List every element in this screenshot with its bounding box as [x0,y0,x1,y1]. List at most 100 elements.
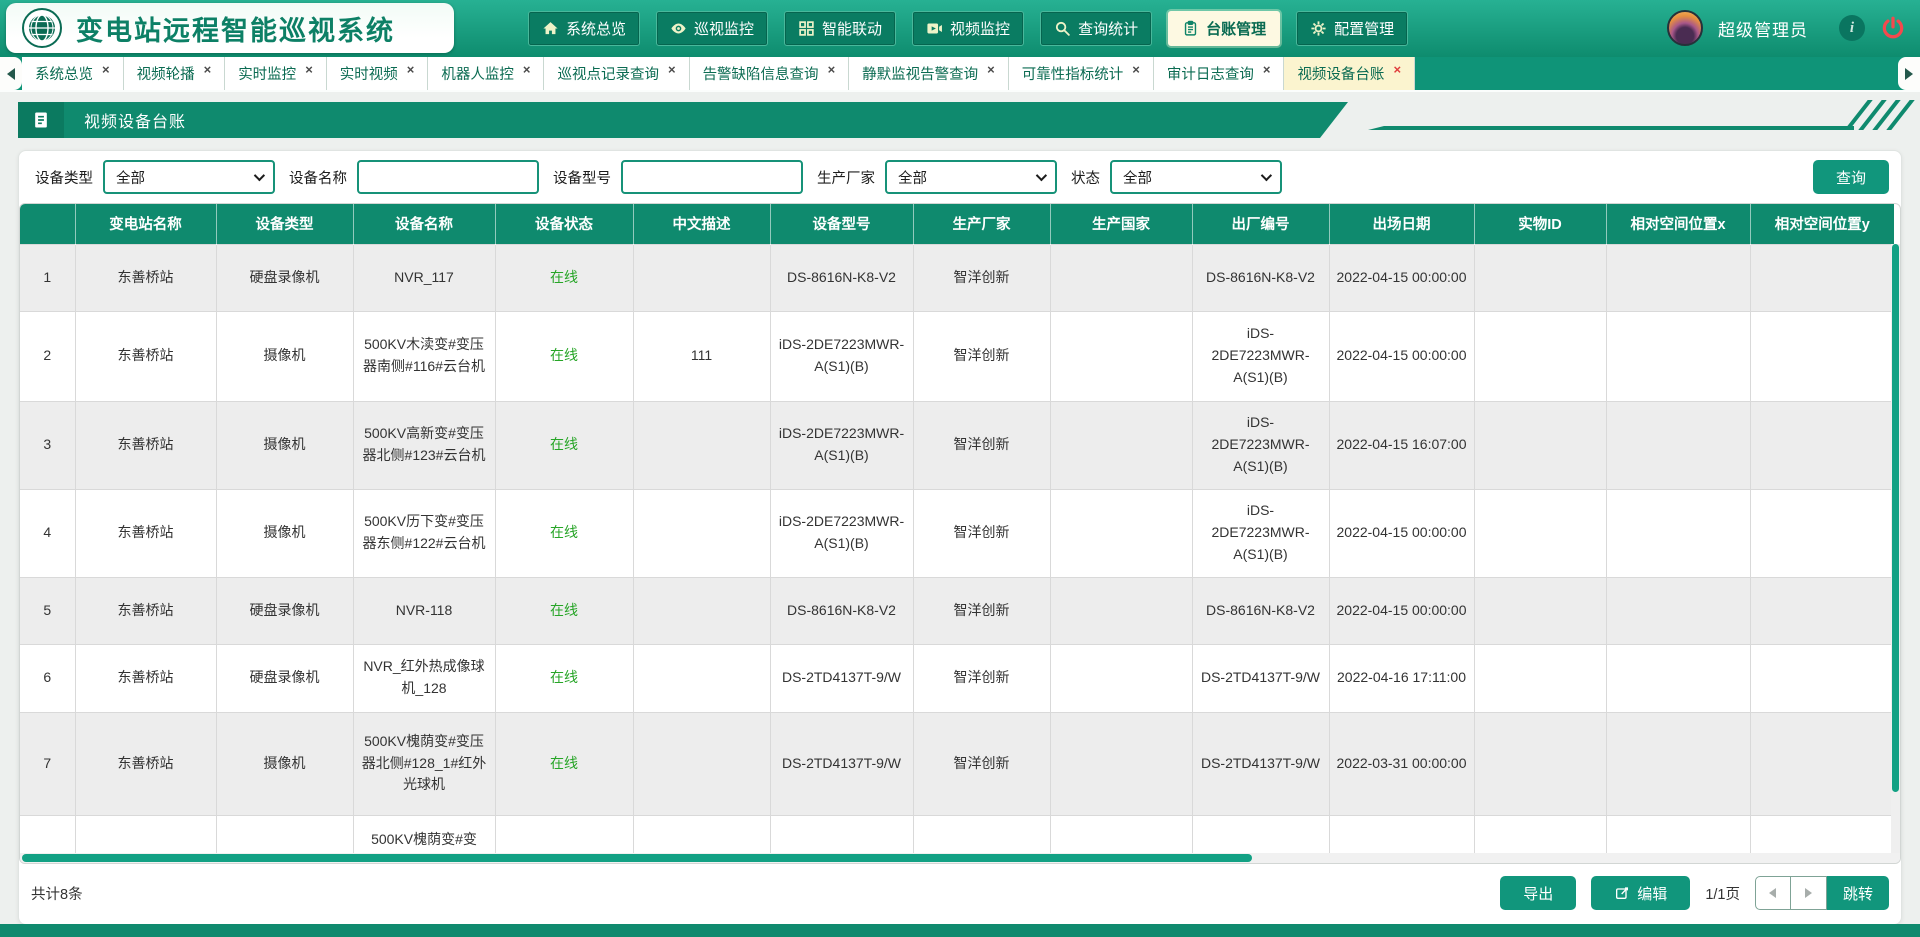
cell-posx [1606,644,1750,712]
table-row[interactable]: 3东善桥站摄像机500KV高新变#变压器北侧#123#云台机在线iDS-2DE7… [20,401,1894,489]
col-maker: 生产厂家 [913,204,1050,244]
close-icon[interactable]: × [828,62,836,77]
cell-posy [1750,577,1894,644]
cell-serial: DS-8616N-K8-V2 [1192,244,1329,311]
horizontal-scrollbar-thumb[interactable] [22,854,1252,862]
export-button[interactable]: 导出 [1500,876,1576,910]
gear-icon [1310,20,1327,37]
query-button[interactable]: 查询 [1813,160,1889,194]
tab-video-carousel[interactable]: 视频轮播× [124,57,226,90]
table-row[interactable]: 5东善桥站硬盘录像机NVR-118在线DS-8616N-K8-V2智洋创新DS-… [20,577,1894,644]
table-row[interactable]: 6东善桥站硬盘录像机NVR_红外热成像球机_128在线DS-2TD4137T-9… [20,644,1894,712]
close-icon[interactable]: × [1263,62,1271,77]
close-icon[interactable]: × [1132,62,1140,77]
cell-desc [633,644,770,712]
nav-video-monitor[interactable]: 视频监控 [912,11,1024,46]
tab-silent-monitor-alarm-query[interactable]: 静默监视告警查询× [849,57,1009,90]
table-header: 变电站名称 设备类型 设备名称 设备状态 中文描述 设备型号 生产厂家 生产国家… [20,204,1894,244]
cell-status: 在线 [495,401,633,489]
cell-model: iDS-2DE7223MWR-A(S1)(B) [770,489,913,577]
page-title: 视频设备台账 [84,108,186,132]
nav-inspection-monitor[interactable]: 巡视监控 [656,11,768,46]
nav-query-stats[interactable]: 查询统计 [1040,11,1152,46]
table-row[interactable]: 7东善桥站摄像机500KV槐荫变#变压器北侧#128_1#红外光球机在线DS-2… [20,712,1894,815]
tab-reliability-stats[interactable]: 可靠性指标统计× [1009,57,1154,90]
close-icon[interactable]: × [523,62,531,77]
cell-country [1050,244,1192,311]
cell-status: 在线 [495,644,633,712]
jump-button[interactable]: 跳转 [1827,876,1889,910]
tab-inspection-point-query[interactable]: 巡视点记录查询× [544,57,689,90]
tab-realtime-video[interactable]: 实时视频× [327,57,429,90]
vertical-scrollbar-thumb[interactable] [1892,244,1899,792]
table-row[interactable]: 1东善桥站硬盘录像机NVR_117在线DS-8616N-K8-V2智洋创新DS-… [20,244,1894,311]
cell-model: iDS-2DE7223MWR-A(S1)(B) [770,311,913,401]
nav-system-overview[interactable]: 系统总览 [528,11,640,46]
cell-status: 在线 [495,712,633,815]
cell-maker: 智洋创新 [913,311,1050,401]
nav-ledger-management[interactable]: 台账管理 [1168,11,1280,46]
cell-status: 在线 [495,577,633,644]
tab-alarm-defect-query[interactable]: 告警缺陷信息查询 × [690,57,850,90]
manufacturer-select[interactable]: 全部 [885,160,1057,194]
edit-button[interactable]: 编辑 [1591,876,1690,910]
vertical-scrollbar[interactable] [1891,244,1900,853]
tab-bar: 系统总览× 视频轮播× 实时监控× 实时视频× 机器人监控× 巡视点记录查询× … [0,57,1920,92]
info-icon[interactable]: i [1839,15,1865,41]
cell-maker: 智洋创新 [913,489,1050,577]
chevron-down-icon [254,170,265,181]
cell-serial: iDS-2DE7223MWR-A(S1)(B) [1192,401,1329,489]
cell-desc [633,712,770,815]
close-icon[interactable]: × [407,62,415,77]
nav-smart-linkage[interactable]: 智能联动 [784,11,896,46]
cell-posy [1750,401,1894,489]
cell-model: iDS-2DE7223MWR-A(S1)(B) [770,401,913,489]
status-select[interactable]: 全部 [1110,160,1282,194]
close-icon[interactable]: × [204,62,212,77]
tab-label: 告警缺陷信息查询 [703,63,819,84]
cell-serial: DS-2TD4137T-9/W [1192,712,1329,815]
prev-page-icon[interactable] [1755,876,1791,910]
close-icon[interactable]: × [102,62,110,77]
table-row[interactable]: 2东善桥站摄像机500KV木渎变#变压器南侧#116#云台机在线111iDS-2… [20,311,1894,401]
tab-video-device-ledger[interactable]: 视频设备台账× [1284,57,1415,90]
cell-desc [633,244,770,311]
col-serial: 出厂编号 [1192,204,1329,244]
device-model-input[interactable] [621,160,803,194]
close-icon[interactable]: × [305,62,313,77]
logo-panel: 变电站远程智能巡视系统 [6,3,454,53]
cell-station: 东善桥站 [75,644,216,712]
tab-system-overview[interactable]: 系统总览× [22,57,124,90]
col-date: 出场日期 [1329,204,1474,244]
next-page-icon[interactable] [1791,876,1827,910]
chevron-down-icon [1261,170,1272,181]
cell-num: 3 [20,401,75,489]
ledger-icon [1182,20,1199,37]
cell-posy [1750,244,1894,311]
close-icon[interactable]: × [1393,62,1401,77]
nav-config-management[interactable]: 配置管理 [1296,11,1408,46]
device-type-select[interactable]: 全部 [103,160,275,194]
cell-maker: 智洋创新 [913,577,1050,644]
tab-realtime-monitor[interactable]: 实时监控× [225,57,327,90]
filter-bar: 设备类型 全部 设备名称 设备型号 生产厂家 全部 状态 全部 [19,151,1901,203]
cell-name: 500KV木渎变#变压器南侧#116#云台机 [353,311,495,401]
col-posx: 相对空间位置x [1606,204,1750,244]
close-icon[interactable]: × [987,62,995,77]
tab-audit-log-query[interactable]: 审计日志查询× [1154,57,1285,90]
avatar[interactable] [1667,10,1703,46]
cell-date: 2022-04-16 17:11:00 [1329,644,1474,712]
cell-date: 2022-04-15 16:07:00 [1329,401,1474,489]
tab-scroll-right-icon[interactable] [1898,57,1920,90]
device-name-input[interactable] [357,160,539,194]
tab-scroll-left-icon[interactable] [0,57,22,90]
cell-station: 东善桥站 [75,244,216,311]
cell-posx [1606,244,1750,311]
nav-label: 智能联动 [822,18,882,39]
manufacturer-value: 全部 [898,167,927,188]
close-icon[interactable]: × [668,62,676,77]
power-icon[interactable] [1880,15,1906,41]
table-row[interactable]: 4东善桥站摄像机500KV历下变#变压器东侧#122#云台机在线iDS-2DE7… [20,489,1894,577]
tab-robot-monitor[interactable]: 机器人监控× [428,57,544,90]
cell-pid [1474,489,1606,577]
